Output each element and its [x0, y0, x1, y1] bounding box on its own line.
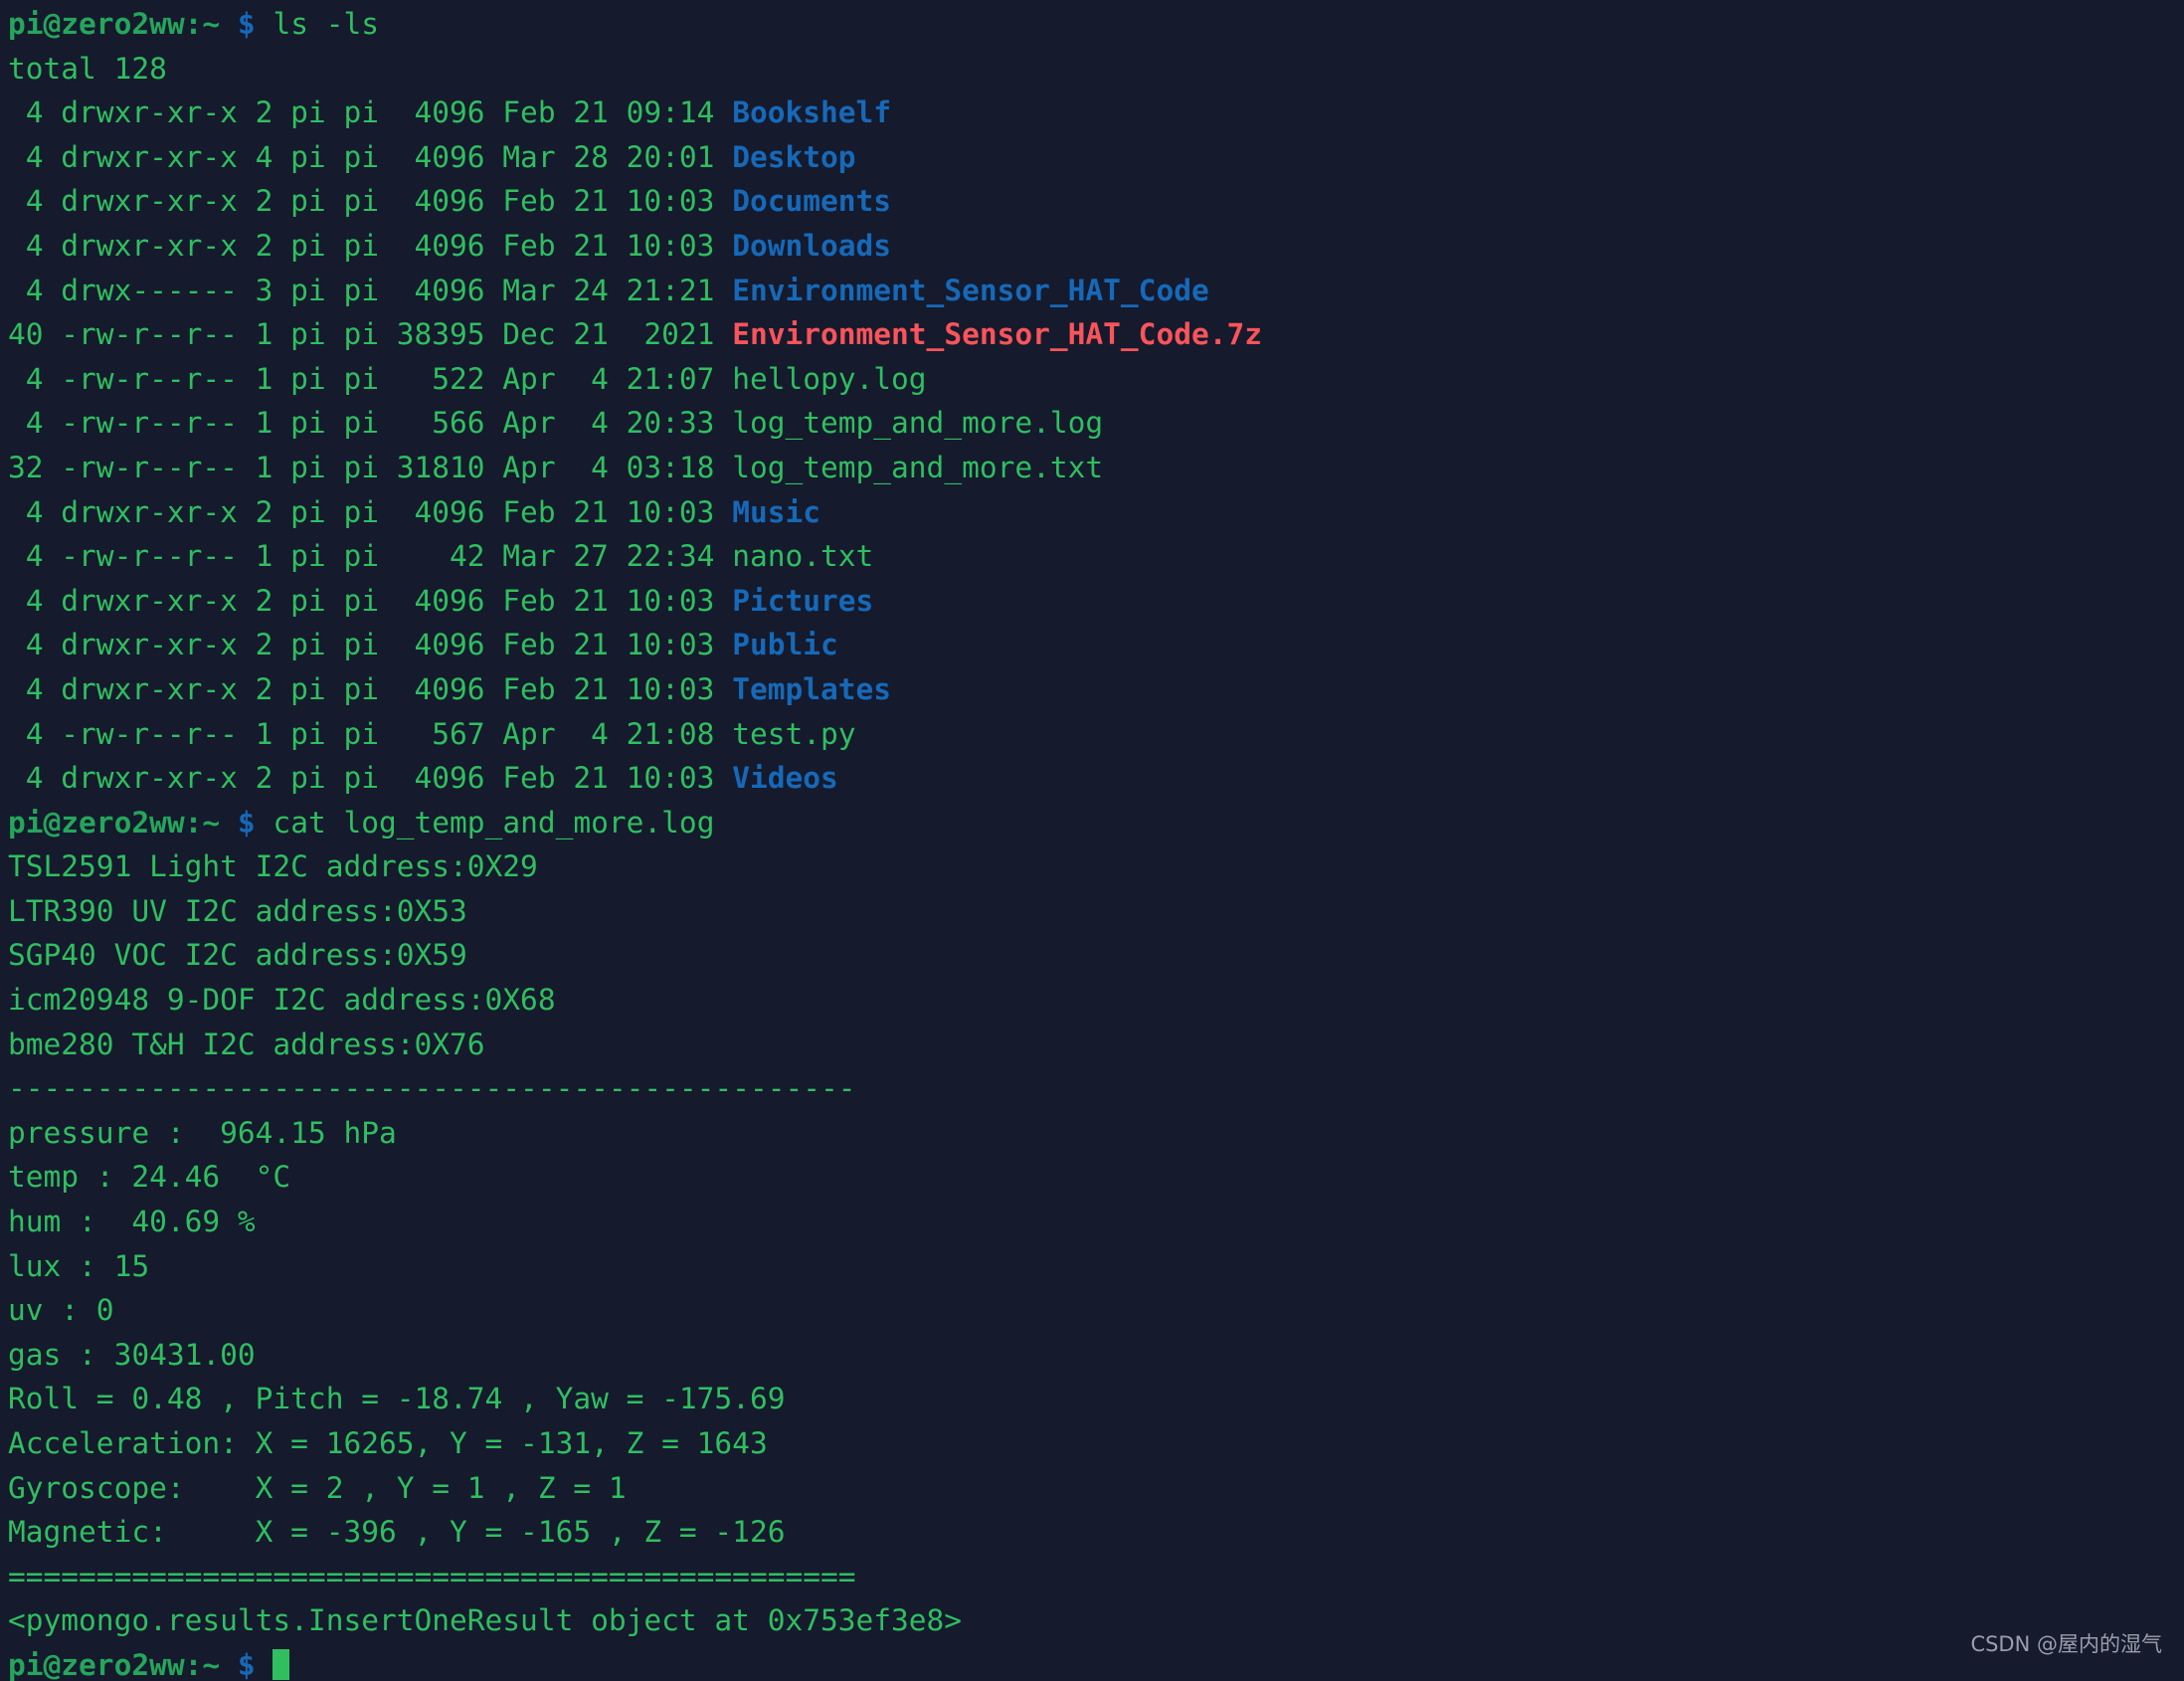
ls-row-name[interactable]: Templates — [732, 672, 891, 706]
sensor-line-0: TSL2591 Light I2C address:0X29 — [8, 849, 538, 884]
ls-row-meta: 4 drwxr-xr-x 2 pi pi 4096 Feb 21 10:03 — [8, 184, 733, 219]
reading-pressure: pressure : 964.15 hPa — [8, 1115, 397, 1150]
prompt-dollar-symbol: $ — [237, 1647, 256, 1681]
command-ls: ls -ls — [273, 7, 380, 41]
ls-row-meta: 4 drwxr-xr-x 2 pi pi 4096 Feb 21 10:03 — [8, 671, 733, 706]
ls-row-11: 4 drwxr-xr-x 2 pi pi 4096 Feb 21 10:03 P… — [8, 579, 2184, 624]
prompt-line-active[interactable]: pi@zero2ww:~ $ — [8, 1643, 2184, 1681]
ls-row-name[interactable]: hellopy.log — [732, 362, 926, 396]
ls-row-1: 4 drwxr-xr-x 4 pi pi 4096 Mar 28 20:01 D… — [8, 135, 2184, 180]
reading-orientation: Roll = 0.48 , Pitch = -18.74 , Yaw = -17… — [8, 1382, 786, 1416]
reading-gyroscope: Gyroscope: X = 2 , Y = 1 , Z = 1 — [8, 1470, 627, 1505]
reading-uv: uv : 0 — [8, 1293, 114, 1328]
ls-row-4: 4 drwx------ 3 pi pi 4096 Mar 24 21:21 E… — [8, 269, 2184, 313]
ls-row-meta: 4 -rw-r--r-- 1 pi pi 522 Apr 4 21:07 — [8, 361, 733, 396]
ls-row-meta: 40 -rw-r--r-- 1 pi pi 38395 Dec 21 2021 — [8, 317, 733, 352]
ls-row-meta: 4 drwxr-xr-x 2 pi pi 4096 Feb 21 10:03 — [8, 228, 733, 263]
reading-acceleration: Acceleration: X = 16265, Y = -131, Z = 1… — [8, 1426, 768, 1460]
sensor-line-3: icm20948 9-DOF I2C address:0X68 — [8, 983, 556, 1018]
ls-row-9: 4 drwxr-xr-x 2 pi pi 4096 Feb 21 10:03 M… — [8, 490, 2184, 535]
ls-row-name[interactable]: Desktop — [732, 140, 855, 174]
text-cursor[interactable] — [273, 1648, 290, 1680]
prompt-dollar-symbol: $ — [237, 805, 256, 840]
ls-row-13: 4 drwxr-xr-x 2 pi pi 4096 Feb 21 10:03 T… — [8, 667, 2184, 712]
ls-row-name[interactable]: Environment_Sensor_HAT_Code — [732, 274, 1209, 307]
sensor-line-2: SGP40 VOC I2C address:0X59 — [8, 938, 467, 973]
ls-row-8: 32 -rw-r--r-- 1 pi pi 31810 Apr 4 03:18 … — [8, 446, 2184, 490]
ls-row-name[interactable]: Pictures — [732, 584, 873, 618]
pymongo-result-line: <pymongo.results.InsertOneResult object … — [8, 1603, 963, 1638]
prompt-space-2 — [256, 7, 273, 41]
ls-row-15: 4 drwxr-xr-x 2 pi pi 4096 Feb 21 10:03 V… — [8, 756, 2184, 801]
prompt-space-2 — [256, 1648, 273, 1681]
ls-row-meta: 4 -rw-r--r-- 1 pi pi 567 Apr 4 21:08 — [8, 716, 733, 751]
reading-magnetic: Magnetic: X = -396 , Y = -165 , Z = -126 — [8, 1515, 786, 1550]
prompt-dollar-symbol: $ — [237, 7, 256, 41]
ls-row-name[interactable]: nano.txt — [732, 539, 873, 573]
ls-row-12: 4 drwxr-xr-x 2 pi pi 4096 Feb 21 10:03 P… — [8, 623, 2184, 667]
ls-row-3: 4 drwxr-xr-x 2 pi pi 4096 Feb 21 10:03 D… — [8, 224, 2184, 269]
command-cat: cat log_temp_and_more.log — [273, 805, 715, 840]
ls-row-meta: 4 drwxr-xr-x 2 pi pi 4096 Feb 21 10:03 — [8, 494, 733, 529]
reading-gas: gas : 30431.00 — [8, 1337, 256, 1372]
ls-row-meta: 4 drwxr-xr-x 2 pi pi 4096 Feb 21 09:14 — [8, 95, 733, 130]
ls-row-name[interactable]: log_temp_and_more.log — [732, 406, 1103, 440]
sensor-line-4: bme280 T&H I2C address:0X76 — [8, 1027, 485, 1061]
ls-row-name[interactable]: Videos — [732, 761, 838, 795]
ls-total-line: total 128 — [8, 51, 167, 86]
reading-lux: lux : 15 — [8, 1248, 150, 1283]
prompt-user-host: pi@zero2ww:~ — [8, 7, 221, 41]
terminal-window[interactable]: pi@zero2ww:~ $ ls -ls total 128 4 drwxr-… — [0, 0, 2184, 1681]
ls-row-0: 4 drwxr-xr-x 2 pi pi 4096 Feb 21 09:14 B… — [8, 91, 2184, 135]
ls-row-name[interactable]: Public — [732, 628, 838, 661]
ls-row-meta: 4 drwxr-xr-x 4 pi pi 4096 Mar 28 20:01 — [8, 139, 733, 174]
ls-row-meta: 4 -rw-r--r-- 1 pi pi 42 Mar 27 22:34 — [8, 539, 733, 574]
ls-row-name[interactable]: Bookshelf — [732, 95, 891, 129]
csdn-watermark: CSDN @屋内的湿气 — [1970, 1632, 2162, 1657]
ls-row-14: 4 -rw-r--r-- 1 pi pi 567 Apr 4 21:08 tes… — [8, 712, 2184, 757]
ls-row-7: 4 -rw-r--r-- 1 pi pi 566 Apr 4 20:33 log… — [8, 401, 2184, 446]
ls-row-name[interactable]: Music — [732, 495, 820, 529]
ls-row-meta: 4 drwxr-xr-x 2 pi pi 4096 Feb 21 10:03 — [8, 761, 733, 796]
ls-row-name[interactable]: test.py — [732, 717, 855, 751]
prompt-space-2 — [256, 806, 273, 840]
ls-row-meta: 4 drwxr-xr-x 2 pi pi 4096 Feb 21 10:03 — [8, 628, 733, 662]
divider-dashes: ----------------------------------------… — [8, 1071, 856, 1106]
ls-row-5: 40 -rw-r--r-- 1 pi pi 38395 Dec 21 2021 … — [8, 312, 2184, 357]
ls-row-meta: 4 -rw-r--r-- 1 pi pi 566 Apr 4 20:33 — [8, 406, 733, 441]
ls-row-name[interactable]: Documents — [732, 184, 891, 218]
ls-row-name[interactable]: Environment_Sensor_HAT_Code.7z — [732, 317, 1262, 351]
ls-row-6: 4 -rw-r--r-- 1 pi pi 522 Apr 4 21:07 hel… — [8, 357, 2184, 402]
ls-row-10: 4 -rw-r--r-- 1 pi pi 42 Mar 27 22:34 nan… — [8, 534, 2184, 579]
prompt-line-cat: pi@zero2ww:~ $ cat log_temp_and_more.log — [8, 801, 2184, 845]
divider-equals: ========================================… — [8, 1559, 856, 1593]
reading-humidity: hum : 40.69 % — [8, 1205, 256, 1239]
ls-row-name[interactable]: log_temp_and_more.txt — [732, 451, 1103, 484]
ls-row-name[interactable]: Downloads — [732, 229, 891, 263]
ls-row-meta: 4 drwxr-xr-x 2 pi pi 4096 Feb 21 10:03 — [8, 583, 733, 618]
prompt-line-ls: pi@zero2ww:~ $ ls -ls — [8, 2, 2184, 47]
ls-row-meta: 4 drwx------ 3 pi pi 4096 Mar 24 21:21 — [8, 273, 733, 307]
ls-row-meta: 32 -rw-r--r-- 1 pi pi 31810 Apr 4 03:18 — [8, 450, 733, 484]
prompt-user-host: pi@zero2ww:~ — [8, 1647, 221, 1681]
prompt-user-host: pi@zero2ww:~ — [8, 805, 221, 840]
reading-temp: temp : 24.46 °C — [8, 1160, 291, 1195]
sensor-line-1: LTR390 UV I2C address:0X53 — [8, 893, 467, 928]
ls-row-2: 4 drwxr-xr-x 2 pi pi 4096 Feb 21 10:03 D… — [8, 179, 2184, 224]
